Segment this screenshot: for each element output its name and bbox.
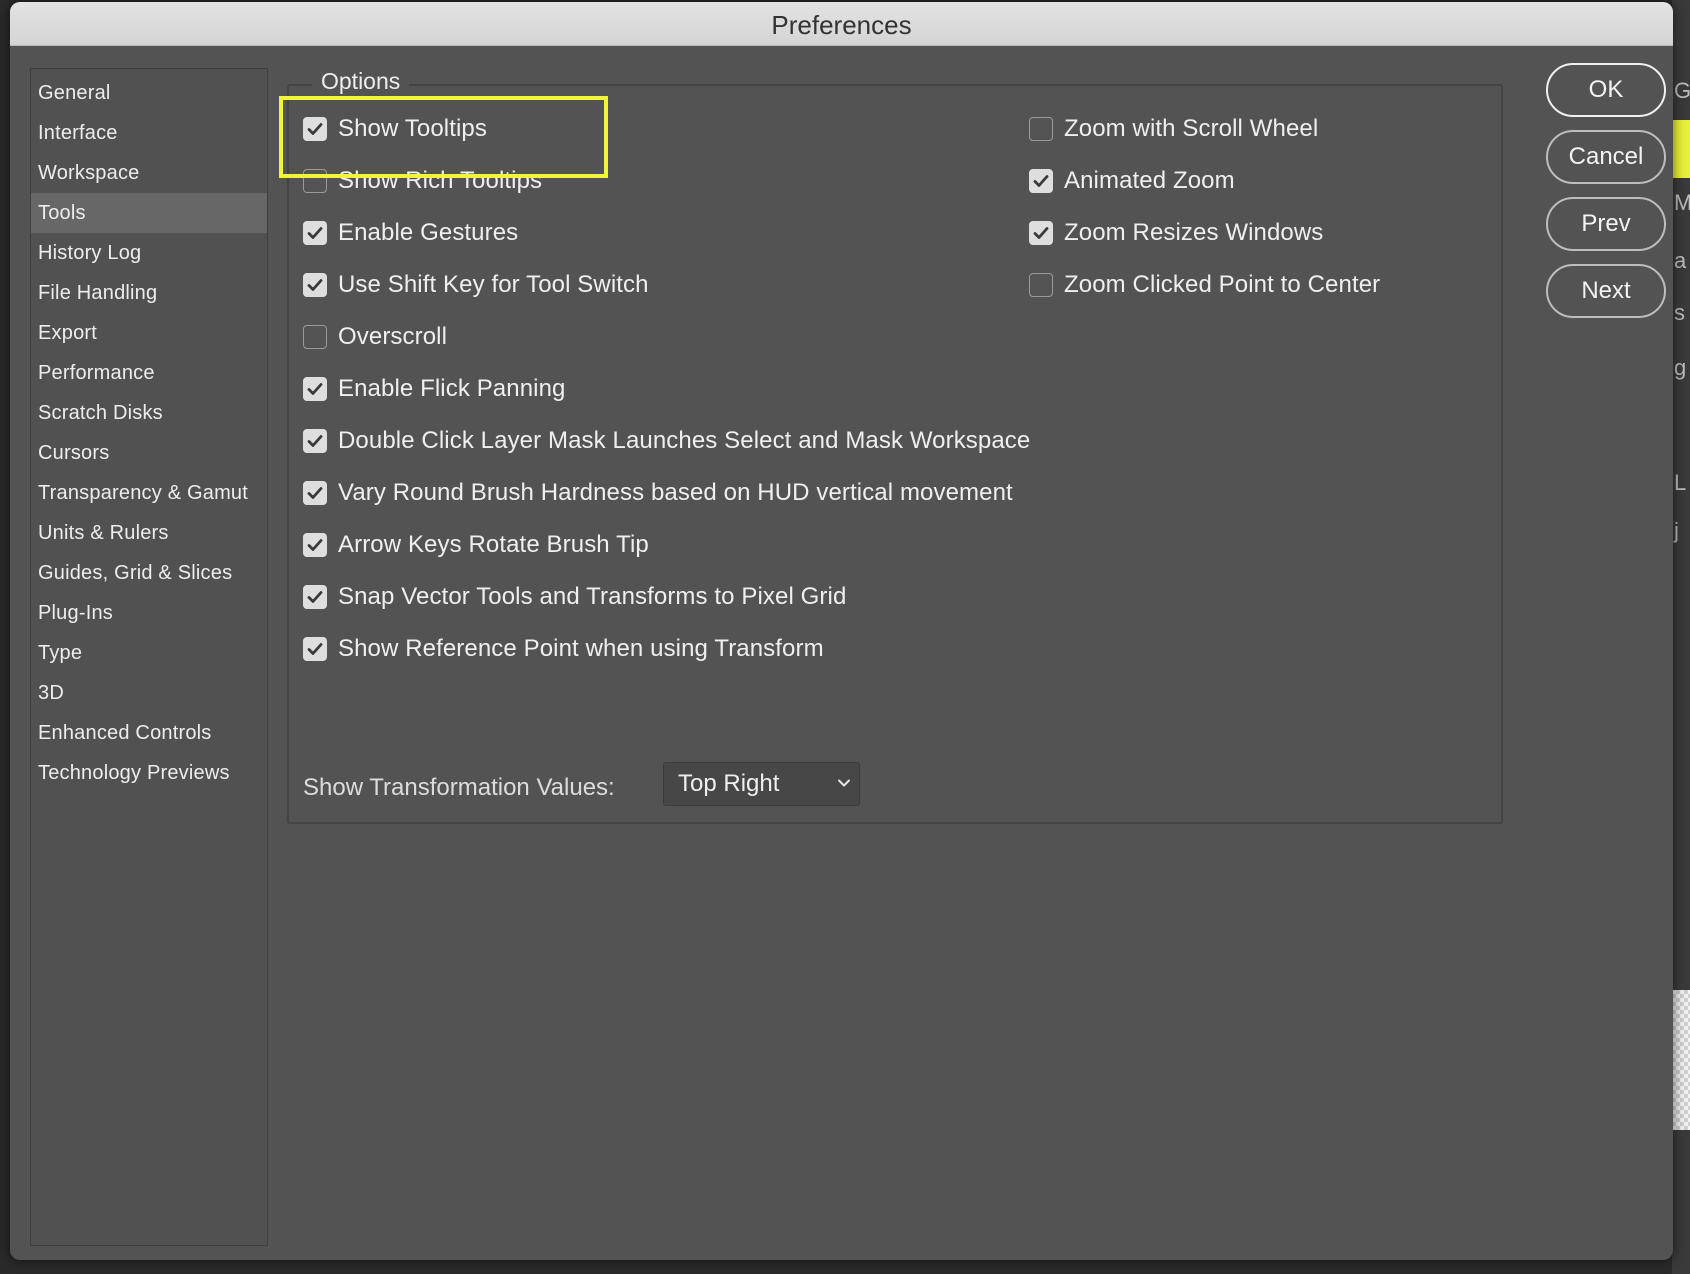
transformation-values-label: Show Transformation Values: [303,774,615,801]
checkbox-arrow-keys-rotate-brush[interactable]: Arrow Keys Rotate Brush Tip [303,527,649,563]
background-text-fragment: M [1674,190,1690,215]
checkbox-label: Animated Zoom [1064,167,1235,194]
checkbox-label: Enable Gestures [338,219,519,246]
sidebar-item-guides-grid-slices[interactable]: Guides, Grid & Slices [31,553,267,593]
checkbox-enable-gestures[interactable]: Enable Gestures [303,215,518,251]
sidebar-item-enhanced-controls[interactable]: Enhanced Controls [31,713,267,753]
checkbox-label: Double Click Layer Mask Launches Select … [338,427,1031,454]
sidebar-item-transparency-gamut[interactable]: Transparency & Gamut [31,473,267,513]
sidebar-item-type[interactable]: Type [31,633,267,673]
next-button[interactable]: Next [1546,264,1666,318]
checkbox-snap-vector-tools[interactable]: Snap Vector Tools and Transforms to Pixe… [303,579,846,615]
sidebar-item-history-log[interactable]: History Log [31,233,267,273]
checkmark-icon [307,279,323,291]
checkbox-animated-zoom[interactable]: Animated Zoom [1029,163,1235,199]
annotation-highlight-box [279,96,608,178]
checkbox-box[interactable] [303,273,327,297]
checkbox-box[interactable] [303,533,327,557]
checkmark-icon [307,227,323,239]
sidebar-item-interface[interactable]: Interface [31,113,267,153]
ok-button[interactable]: OK [1546,63,1666,117]
background-window-edge: G M a s g L j [1672,0,1690,1274]
sidebar-item-technology-previews[interactable]: Technology Previews [31,753,267,793]
checkbox-enable-flick-panning[interactable]: Enable Flick Panning [303,371,565,407]
checkbox-label: Overscroll [338,323,448,350]
checkmark-icon [307,487,323,499]
sidebar-item-3d[interactable]: 3D [31,673,267,713]
preferences-category-list: General Interface Workspace Tools Histor… [30,68,268,1246]
background-text-fragment: g [1674,355,1687,380]
background-text-fragment: G [1674,78,1690,103]
checkbox-show-reference-point[interactable]: Show Reference Point when using Transfor… [303,631,824,667]
checkbox-box[interactable] [1029,169,1053,193]
checkbox-zoom-clicked-point-center[interactable]: Zoom Clicked Point to Center [1029,267,1380,303]
checkbox-box[interactable] [303,637,327,661]
checkbox-double-click-layer-mask[interactable]: Double Click Layer Mask Launches Select … [303,423,1030,459]
checkmark-icon [307,383,323,395]
checkbox-box[interactable] [1029,117,1053,141]
options-group-label: Options [312,68,410,95]
checkbox-box[interactable] [303,377,327,401]
checkbox-vary-round-brush-hardness[interactable]: Vary Round Brush Hardness based on HUD v… [303,475,1013,511]
checkbox-label: Enable Flick Panning [338,375,566,402]
prev-button[interactable]: Prev [1546,197,1666,251]
sidebar-item-plug-ins[interactable]: Plug-Ins [31,593,267,633]
background-text-fragment: a [1674,248,1687,273]
background-text-fragment: s [1674,300,1685,325]
checkmark-icon [1033,175,1049,187]
sidebar-item-tools[interactable]: Tools [31,193,267,233]
options-group: Options Show Tooltips Show Rich Tooltips… [287,68,1503,824]
checkbox-box[interactable] [303,325,327,349]
sidebar-item-units-rulers[interactable]: Units & Rulers [31,513,267,553]
background-accent [1672,120,1690,178]
select-value: Top Right [678,770,780,797]
cancel-button[interactable]: Cancel [1546,130,1666,184]
sidebar-item-general[interactable]: General [31,73,267,113]
checkmark-icon [1033,227,1049,239]
checkbox-box[interactable] [303,481,327,505]
checkbox-box[interactable] [303,221,327,245]
background-text-fragment: j [1674,518,1679,543]
checkbox-box[interactable] [303,429,327,453]
sidebar-item-workspace[interactable]: Workspace [31,153,267,193]
sidebar-item-file-handling[interactable]: File Handling [31,273,267,313]
window-title: Preferences [10,2,1673,46]
checkbox-label: Vary Round Brush Hardness based on HUD v… [338,479,1013,506]
background-transparency-swatch [1672,990,1690,1130]
checkbox-label: Zoom Resizes Windows [1064,219,1324,246]
background-text-fragment: L [1674,470,1687,495]
checkmark-icon [307,435,323,447]
checkmark-icon [307,539,323,551]
checkbox-zoom-scroll-wheel[interactable]: Zoom with Scroll Wheel [1029,111,1318,147]
sidebar-item-scratch-disks[interactable]: Scratch Disks [31,393,267,433]
checkbox-label: Zoom Clicked Point to Center [1064,271,1381,298]
checkmark-icon [307,643,323,655]
sidebar-item-export[interactable]: Export [31,313,267,353]
checkbox-label: Arrow Keys Rotate Brush Tip [338,531,649,558]
checkbox-box[interactable] [1029,221,1053,245]
sidebar-item-performance[interactable]: Performance [31,353,267,393]
chevron-down-icon [838,779,850,787]
checkbox-overscroll[interactable]: Overscroll [303,319,447,355]
checkbox-box[interactable] [1029,273,1053,297]
checkbox-zoom-resizes-windows[interactable]: Zoom Resizes Windows [1029,215,1323,251]
checkbox-shift-key-tool-switch[interactable]: Use Shift Key for Tool Switch [303,267,649,303]
checkbox-label: Zoom with Scroll Wheel [1064,115,1319,142]
sidebar-item-cursors[interactable]: Cursors [31,433,267,473]
checkbox-label: Snap Vector Tools and Transforms to Pixe… [338,583,847,610]
checkbox-box[interactable] [303,585,327,609]
transformation-values-select[interactable]: Top Right [663,762,860,806]
checkmark-icon [307,591,323,603]
checkbox-label: Use Shift Key for Tool Switch [338,271,649,298]
checkbox-label: Show Reference Point when using Transfor… [338,635,824,662]
preferences-dialog: Preferences General Interface Workspace … [10,2,1673,1260]
